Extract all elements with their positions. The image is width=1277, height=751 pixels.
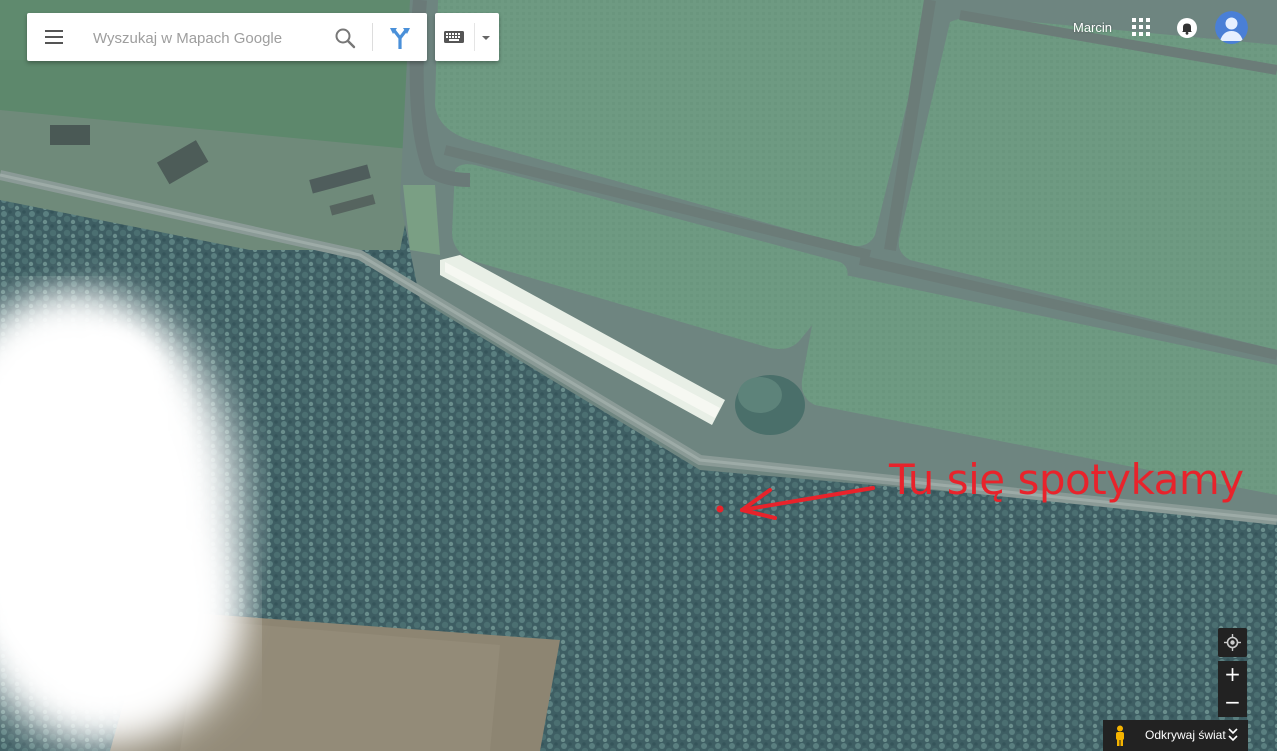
zoom-out-label: −	[1224, 690, 1241, 714]
notifications-button[interactable]	[1176, 17, 1198, 39]
zoom-out-button[interactable]: −	[1218, 689, 1247, 717]
account-avatar[interactable]	[1215, 11, 1248, 44]
explore-world-button[interactable]: Odkrywaj świat	[1103, 720, 1248, 751]
search-divider	[372, 23, 373, 51]
meeting-point-marker	[716, 505, 724, 513]
satellite-map[interactable]	[0, 0, 1277, 751]
dropdown-arrow-icon	[482, 36, 490, 40]
my-location-icon	[1224, 634, 1241, 651]
avatar-icon	[1215, 11, 1248, 44]
input-tools-dropdown[interactable]	[479, 31, 493, 43]
directions-icon	[390, 28, 410, 49]
chevron-icon	[1228, 728, 1238, 742]
explore-label: Odkrywaj świat	[1145, 728, 1226, 742]
keyboard-button[interactable]	[443, 28, 465, 46]
zoom-in-label: +	[1224, 662, 1241, 686]
pegman-icon	[1116, 725, 1124, 746]
user-name-link[interactable]: Marcin	[1073, 20, 1112, 35]
search-button[interactable]	[333, 26, 357, 50]
keyboard-icon	[444, 31, 464, 43]
apps-button[interactable]	[1132, 18, 1150, 36]
directions-button[interactable]	[387, 25, 413, 51]
search-input[interactable]	[91, 23, 331, 53]
apps-grid-icon	[1132, 18, 1150, 36]
menu-button[interactable]	[43, 27, 67, 47]
menu-icon	[45, 30, 63, 44]
input-tools	[435, 13, 499, 61]
annotation-text: Tu się spotykamy	[889, 455, 1244, 504]
zoom-in-button[interactable]: +	[1218, 661, 1247, 689]
input-tools-divider	[474, 23, 475, 51]
my-location-button[interactable]	[1218, 628, 1247, 657]
notifications-icon	[1177, 18, 1197, 38]
search-icon	[335, 28, 356, 49]
search-box	[27, 13, 427, 61]
